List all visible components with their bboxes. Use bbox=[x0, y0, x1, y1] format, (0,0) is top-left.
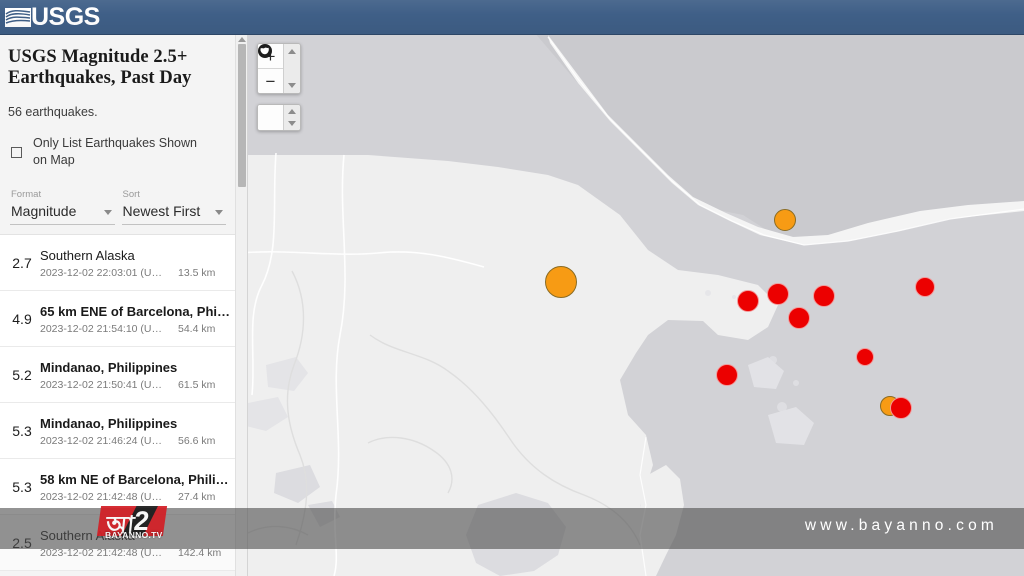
sort-select[interactable]: Sort Newest First bbox=[122, 189, 227, 225]
earthquake-count: 56 earthquakes. bbox=[8, 105, 226, 119]
earthquake-place: 58 km NE of Barcelona, Phili… bbox=[40, 471, 232, 488]
earthquake-map[interactable]: + − bbox=[248, 35, 1024, 576]
logo-caption: BAYANNO.TV bbox=[105, 530, 163, 540]
usgs-waves-icon bbox=[5, 4, 31, 30]
earthquake-magnitude: 4.9 bbox=[4, 311, 40, 327]
earthquake-magnitude: 2.5 bbox=[4, 535, 40, 551]
earthquake-depth: 56.6 km bbox=[178, 435, 215, 447]
earthquake-magnitude: 2.7 bbox=[4, 255, 40, 271]
earthquake-depth: 142.4 km bbox=[178, 547, 221, 559]
sort-select-caption: Sort bbox=[122, 189, 227, 200]
sort-select-value: Newest First bbox=[122, 203, 201, 219]
earthquake-list-sidebar: USGS Magnitude 2.5+ Earthquakes, Past Da… bbox=[0, 35, 248, 576]
caret-up-icon[interactable] bbox=[288, 49, 296, 54]
earthquake-meta: 2023-12-02 21:46:24 (UTC+0… 56.6 km bbox=[40, 435, 232, 447]
sidebar-scrollbar[interactable] bbox=[235, 35, 247, 576]
basemap-button[interactable] bbox=[258, 105, 283, 130]
earthquake-depth: 61.5 km bbox=[178, 379, 215, 391]
earthquake-depth: 27.4 km bbox=[178, 491, 215, 503]
earthquake-time: 2023-12-02 21:42:48 (UTC+0… bbox=[40, 491, 168, 503]
earthquake-list-item[interactable]: 4.965 km ENE of Barcelona, Phil… 2023-12-… bbox=[0, 291, 236, 347]
earthquake-marker[interactable] bbox=[813, 285, 835, 307]
logo-letter: আ bbox=[104, 507, 136, 547]
earthquake-magnitude: 5.3 bbox=[4, 423, 40, 439]
map-controls: + − bbox=[257, 43, 301, 131]
format-select-caption: Format bbox=[10, 189, 115, 200]
header-gradient bbox=[0, 0, 1024, 35]
earthquake-details: 58 km NE of Barcelona, Phili… 2023-12-02 … bbox=[40, 471, 236, 503]
earthquake-list-item[interactable]: 5.3Mindanao, Philippines 2023-12-02 21:46… bbox=[0, 403, 236, 459]
earthquake-list-item[interactable]: 2.7Southern Alaska 2023-12-02 22:03:01 (U… bbox=[0, 235, 236, 291]
format-select-control[interactable]: Magnitude bbox=[10, 202, 115, 225]
earthquake-marker[interactable] bbox=[716, 364, 738, 386]
zoom-out-button[interactable]: − bbox=[258, 69, 283, 93]
earthquake-place: 65 km ENE of Barcelona, Phil… bbox=[40, 303, 232, 320]
earthquake-marker[interactable] bbox=[737, 290, 759, 312]
earthquake-marker[interactable] bbox=[915, 277, 935, 297]
earthquake-place: Mindanao, Philippines bbox=[40, 415, 232, 432]
sort-select-control[interactable]: Newest First bbox=[122, 202, 227, 225]
earthquake-meta: 2023-12-02 22:03:01 (UTC+0… 13.5 km bbox=[40, 267, 232, 279]
earthquake-marker[interactable] bbox=[545, 266, 577, 298]
usgs-logo-text: USGS bbox=[31, 4, 100, 30]
earthquake-marker[interactable] bbox=[767, 283, 789, 305]
earthquake-details: 65 km ENE of Barcelona, Phil… 2023-12-02 … bbox=[40, 303, 236, 335]
caret-down-icon[interactable] bbox=[288, 121, 296, 126]
usgs-logo[interactable]: USGS bbox=[5, 2, 97, 32]
zoom-spinner[interactable] bbox=[283, 44, 300, 93]
earthquake-time: 2023-12-02 21:42:48 (UTC+… bbox=[40, 547, 168, 559]
sidebar-header-section: USGS Magnitude 2.5+ Earthquakes, Past Da… bbox=[0, 35, 236, 225]
caret-down-icon[interactable] bbox=[288, 83, 296, 88]
earthquake-place: Mindanao, Philippines bbox=[40, 359, 232, 376]
only-list-shown-on-map-row[interactable]: Only List Earthquakes Shown on Map bbox=[8, 135, 226, 169]
earthquake-time: 2023-12-02 21:46:24 (UTC+0… bbox=[40, 435, 168, 447]
earthquake-meta: 2023-12-02 21:42:48 (UTC+0… 27.4 km bbox=[40, 491, 232, 503]
earthquake-depth: 13.5 km bbox=[178, 267, 215, 279]
sidebar-content: USGS Magnitude 2.5+ Earthquakes, Past Da… bbox=[0, 35, 236, 576]
earthquake-marker[interactable] bbox=[890, 397, 912, 419]
watermark-url: www.bayanno.com bbox=[805, 517, 998, 535]
earthquake-meta: 2023-12-02 21:50:41 (UTC+0… 61.5 km bbox=[40, 379, 232, 391]
earthquake-depth: 54.4 km bbox=[178, 323, 215, 335]
format-select-value: Magnitude bbox=[10, 203, 76, 219]
earthquake-magnitude: 5.3 bbox=[4, 479, 40, 495]
only-list-shown-on-map-label: Only List Earthquakes Shown on Map bbox=[33, 135, 204, 169]
only-list-shown-on-map-checkbox[interactable] bbox=[11, 147, 22, 158]
map-basemap bbox=[248, 35, 1024, 576]
earthquake-marker[interactable] bbox=[788, 307, 810, 329]
earthquake-details: Mindanao, Philippines 2023-12-02 21:46:24… bbox=[40, 415, 236, 447]
chevron-down-icon bbox=[215, 210, 223, 215]
earthquake-time: 2023-12-02 22:03:01 (UTC+0… bbox=[40, 267, 168, 279]
earthquake-details: Mindanao, Philippines 2023-12-02 21:50:41… bbox=[40, 359, 236, 391]
basemap-control-group bbox=[257, 104, 301, 131]
earthquake-time: 2023-12-02 21:54:10 (UTC+0… bbox=[40, 323, 168, 335]
earthquake-place: Southern Alaska bbox=[40, 247, 232, 264]
page-title: USGS Magnitude 2.5+ Earthquakes, Past Da… bbox=[8, 47, 226, 89]
basemap-spinner[interactable] bbox=[283, 105, 300, 130]
earthquake-magnitude: 5.2 bbox=[4, 367, 40, 383]
earthquake-marker[interactable] bbox=[856, 348, 874, 366]
scroll-up-icon[interactable] bbox=[238, 37, 246, 42]
earthquake-meta: 2023-12-02 21:42:48 (UTC+… 142.4 km bbox=[40, 547, 232, 559]
earthquake-details: Southern Alaska 2023-12-02 22:03:01 (UTC+… bbox=[40, 247, 236, 279]
bayanno-tv-logo: আ 2 BAYANNO.TV bbox=[99, 506, 165, 540]
list-controls: Format Magnitude Sort Newest First bbox=[8, 189, 226, 225]
usgs-header-bar: USGS bbox=[0, 0, 1024, 35]
chevron-down-icon bbox=[104, 210, 112, 215]
caret-up-icon[interactable] bbox=[288, 109, 296, 114]
format-select[interactable]: Format Magnitude bbox=[10, 189, 115, 225]
earthquake-time: 2023-12-02 21:50:41 (UTC+0… bbox=[40, 379, 168, 391]
earthquake-list-item[interactable]: 5.2Mindanao, Philippines 2023-12-02 21:50… bbox=[0, 347, 236, 403]
earthquake-marker[interactable] bbox=[774, 209, 796, 231]
usgs-earthquake-map-app: USGS USGS Magnitude 2.5+ Earthquakes, Pa… bbox=[0, 0, 1024, 576]
earthquake-meta: 2023-12-02 21:54:10 (UTC+0… 54.4 km bbox=[40, 323, 232, 335]
scrollbar-thumb[interactable] bbox=[238, 44, 246, 187]
